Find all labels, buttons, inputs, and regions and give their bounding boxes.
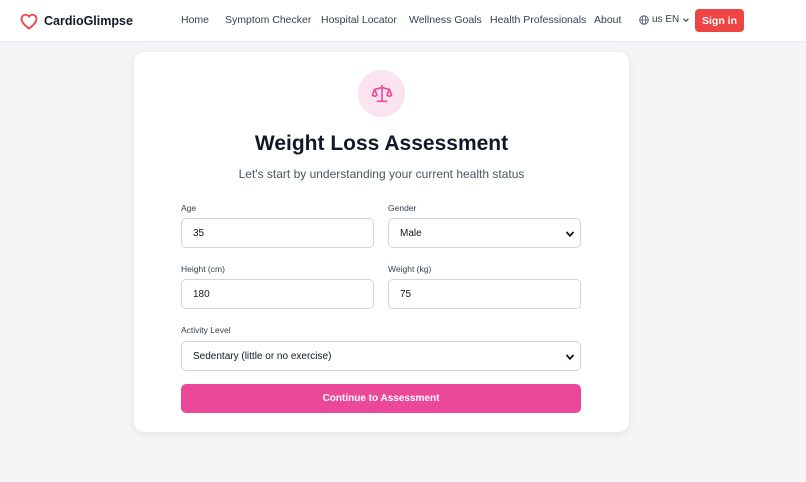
age-input[interactable]	[181, 218, 374, 248]
height-label: Height (cm)	[181, 264, 225, 274]
language-label: us EN	[652, 14, 680, 25]
page-subtitle: Let's start by understanding your curren…	[238, 167, 525, 181]
nav-health-professionals[interactable]: Health Professionals	[490, 14, 586, 26]
gender-select[interactable]: Male	[388, 218, 581, 248]
age-label: Age	[181, 203, 197, 213]
sign-in-button[interactable]: Sign in	[695, 9, 744, 32]
weight-input[interactable]	[388, 279, 581, 309]
activity-level-value: Sedentary (little or no exercise)	[193, 351, 332, 362]
nav-wellness-goals[interactable]: Wellness Goals	[409, 14, 482, 26]
nav-home[interactable]: Home	[181, 14, 209, 26]
heart-icon	[20, 13, 38, 30]
scale-icon	[371, 84, 392, 102]
globe-icon	[639, 14, 649, 25]
page-title: Weight Loss Assessment	[254, 132, 509, 155]
gender-label: Gender	[388, 203, 417, 213]
assessment-card: Weight Loss Assessment Let's start by un…	[134, 52, 629, 432]
nav-hospital-locator[interactable]: Hospital Locator	[321, 14, 397, 26]
height-input[interactable]	[181, 279, 374, 309]
weight-label: Weight (kg)	[388, 264, 432, 274]
brand-logo[interactable]: CardioGlimpse	[20, 11, 133, 31]
activity-level-label: Activity Level	[181, 325, 231, 335]
activity-level-select[interactable]: Sedentary (little or no exercise)	[181, 341, 581, 371]
nav-about[interactable]: About	[594, 14, 621, 26]
chevron-down-icon	[565, 231, 575, 238]
top-navbar: CardioGlimpse Home Symptom Checker Hospi…	[0, 0, 806, 42]
nav-symptom-checker[interactable]: Symptom Checker	[225, 14, 311, 26]
brand-name: CardioGlimpse	[44, 14, 133, 28]
scale-icon-badge	[358, 70, 405, 117]
continue-to-assessment-button[interactable]: Continue to Assessment	[181, 384, 581, 413]
chevron-down-icon	[683, 17, 690, 22]
chevron-down-icon	[565, 354, 575, 361]
gender-value: Male	[400, 228, 422, 239]
language-selector[interactable]: us EN	[639, 14, 693, 25]
